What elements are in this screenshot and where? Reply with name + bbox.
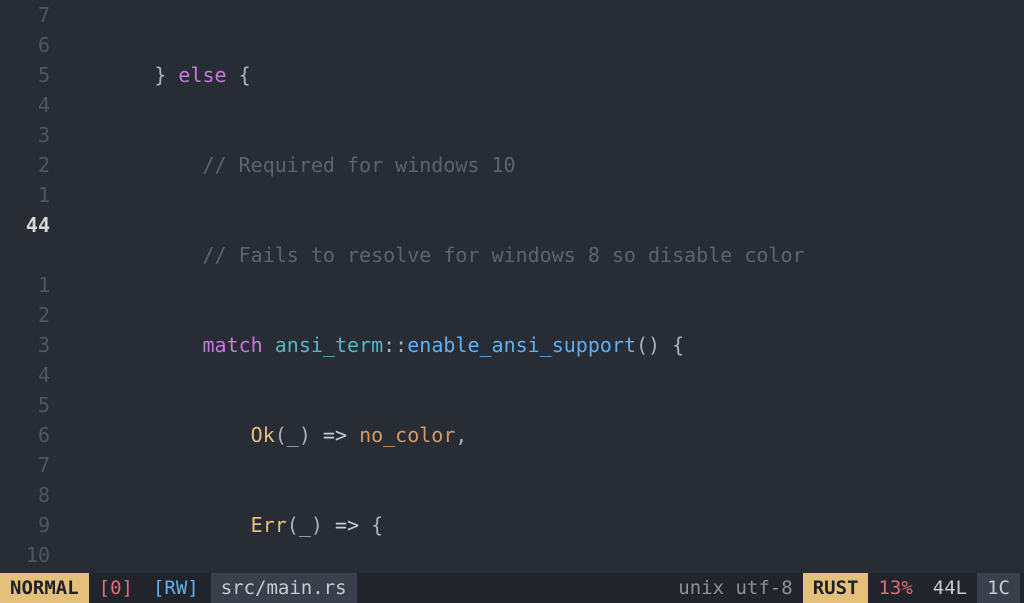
- line-number: 6: [0, 30, 50, 60]
- code-area[interactable]: } else { // Required for windows 10 // F…: [58, 0, 1024, 573]
- code-line[interactable]: Ok(_) => no_color,: [58, 420, 1024, 450]
- line-number: 1: [0, 270, 50, 300]
- code-line[interactable]: // Required for windows 10: [58, 150, 1024, 180]
- line-number: 3: [0, 120, 50, 150]
- line-number: 6: [0, 420, 50, 450]
- line-number: 5: [0, 60, 50, 90]
- code-line[interactable]: } else {: [58, 60, 1024, 90]
- file-path: src/main.rs: [211, 573, 357, 603]
- line-number: 4: [0, 90, 50, 120]
- line-number: 10: [0, 540, 50, 570]
- language-indicator: RUST: [803, 573, 869, 603]
- code-line[interactable]: // Fails to resolve for windows 8 so dis…: [58, 240, 1024, 270]
- editor-viewport[interactable]: 7 6 5 4 3 2 1 44 1 2 3 4 5 6 7 8 9 10 } …: [0, 0, 1024, 573]
- readwrite-indicator: [RW]: [143, 573, 209, 603]
- line-number: [0, 240, 50, 270]
- line-number: 7: [0, 0, 50, 30]
- line-number: 7: [0, 450, 50, 480]
- code-line[interactable]: Err(_) => {: [58, 510, 1024, 540]
- mode-indicator: NORMAL: [0, 573, 89, 603]
- line-number: 4: [0, 360, 50, 390]
- error-count: [0]: [89, 573, 143, 603]
- line-number: 5: [0, 390, 50, 420]
- encoding-indicator: unix utf-8: [668, 573, 802, 603]
- status-bar: NORMAL [0] [RW] src/main.rs unix utf-8 R…: [0, 573, 1024, 603]
- code-line[interactable]: match ansi_term::enable_ansi_support() {: [58, 330, 1024, 360]
- current-line-number: 44: [0, 210, 50, 240]
- line-number-gutter: 7 6 5 4 3 2 1 44 1 2 3 4 5 6 7 8 9 10: [0, 0, 58, 573]
- line-number: 2: [0, 150, 50, 180]
- line-count: 44L: [923, 573, 977, 603]
- line-number: 2: [0, 300, 50, 330]
- line-number: 1: [0, 180, 50, 210]
- line-number: 8: [0, 480, 50, 510]
- line-number: 9: [0, 510, 50, 540]
- column-indicator: 1C: [977, 573, 1020, 603]
- scroll-percent: 13%: [868, 573, 922, 603]
- line-number: 3: [0, 330, 50, 360]
